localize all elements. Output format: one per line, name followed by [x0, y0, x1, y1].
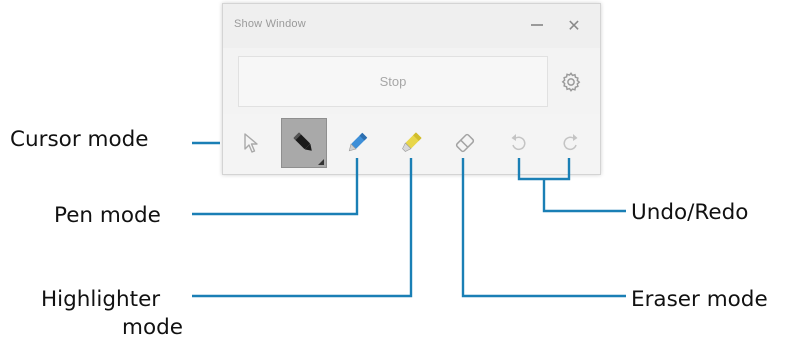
undo-redo-callout-line: [517, 158, 626, 213]
highlighter-callout-line: [192, 158, 413, 298]
highlighter-mode-label: Highlighter: [41, 287, 161, 312]
pen-mode-label: Pen mode: [54, 203, 161, 228]
highlighter-mode-label-line2: mode: [122, 315, 183, 340]
eraser-mode-label: Eraser mode: [631, 287, 768, 312]
undo-redo-label: Undo/Redo: [631, 200, 749, 225]
cursor-mode-label: Cursor mode: [10, 127, 149, 152]
pen-callout-line: [192, 158, 359, 216]
